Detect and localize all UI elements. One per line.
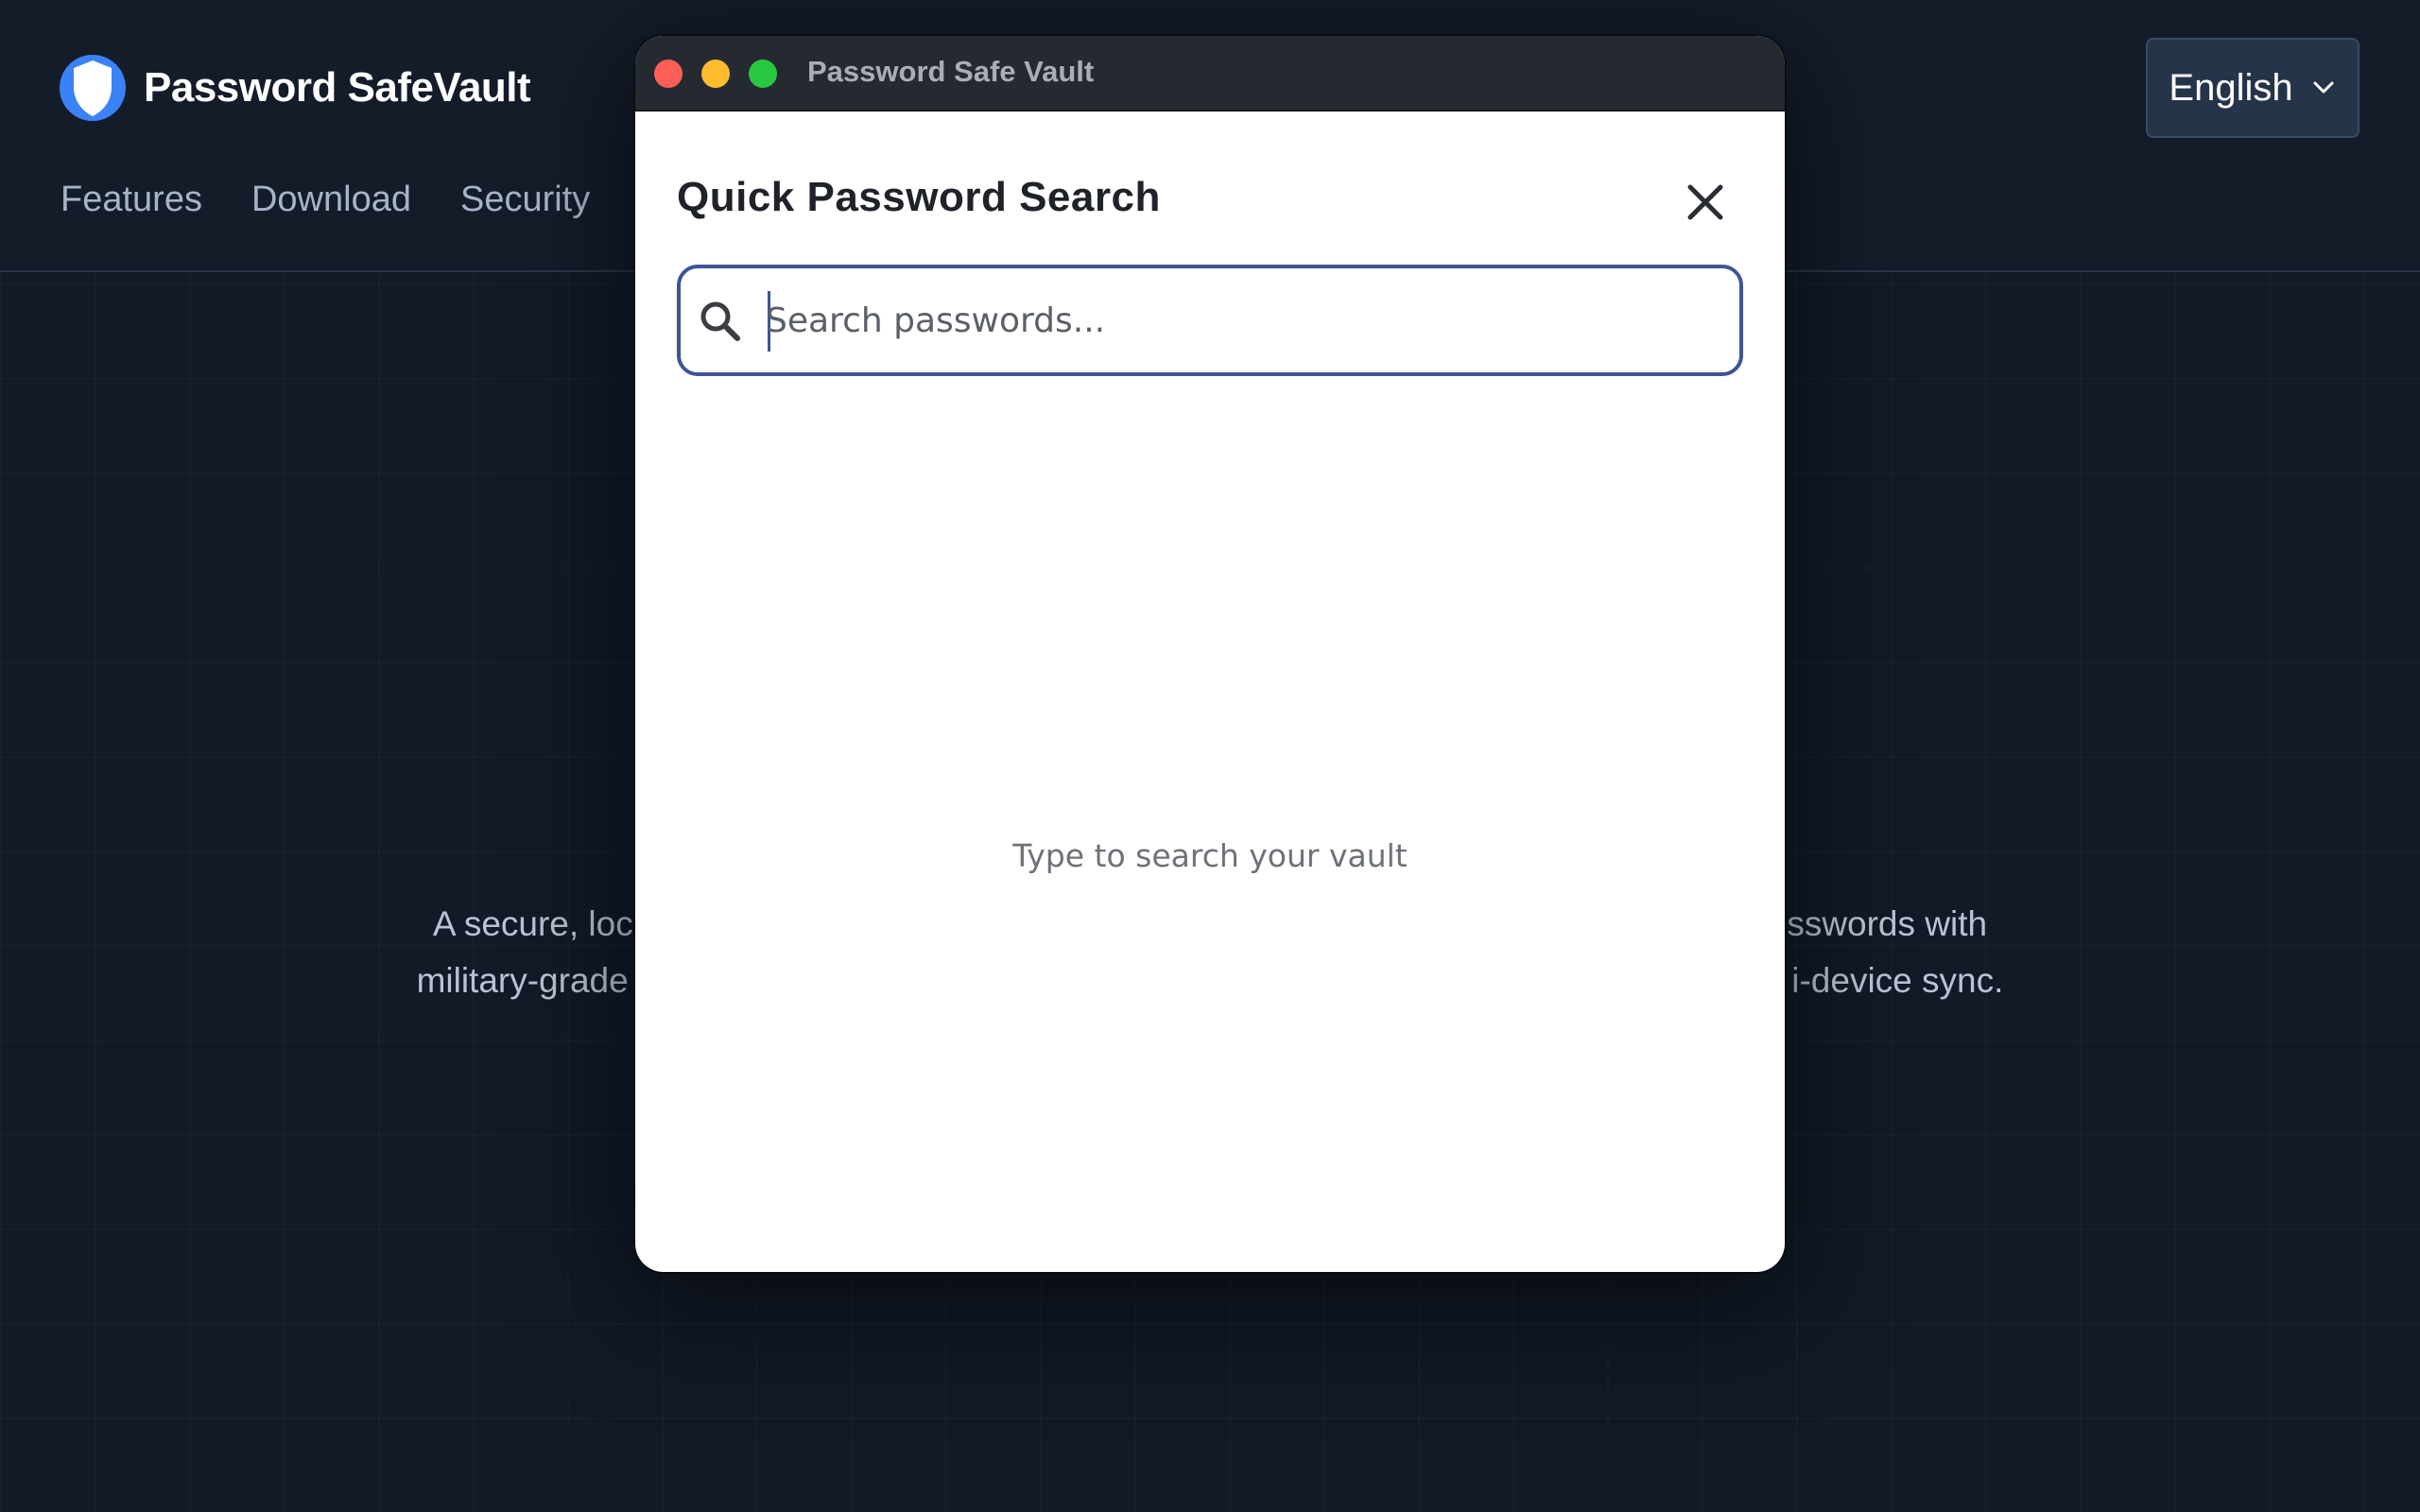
window-close-button[interactable]: [654, 60, 683, 88]
hero-line-1-right: sswords with: [1787, 904, 1988, 943]
search-input[interactable]: [766, 282, 1711, 359]
close-icon: [1687, 184, 1723, 220]
hero-line-1-left: A secure, loc: [432, 904, 633, 943]
brand-logo[interactable]: Password SafeVault: [59, 47, 531, 129]
nav-item-download[interactable]: Download: [251, 180, 411, 220]
nav-item-features[interactable]: Features: [60, 180, 202, 220]
shield-icon: [60, 55, 126, 121]
chevron-down-icon: [2313, 81, 2334, 94]
empty-state-message: Type to search your vault: [1012, 837, 1408, 874]
nav-item-security[interactable]: Security: [460, 180, 590, 220]
window-zoom-button[interactable]: [749, 60, 777, 88]
window-minimize-button[interactable]: [701, 60, 730, 88]
hero-line-2-left: military-grade: [416, 961, 629, 1000]
modal-title: Quick Password Search: [677, 174, 1161, 220]
window-titlebar[interactable]: Password Safe Vault: [635, 36, 1785, 112]
quick-search-window: Password Safe Vault Quick Password Searc…: [635, 36, 1785, 1272]
close-button[interactable]: [1675, 172, 1736, 232]
language-selector[interactable]: English: [2146, 38, 2360, 138]
brand-name: Password SafeVault: [144, 64, 531, 111]
search-icon: [700, 301, 740, 341]
main-nav: Features Download Security B: [60, 180, 664, 220]
window-title: Password Safe Vault: [807, 55, 1095, 88]
hero-line-2-right: i-device sync.: [1791, 961, 2004, 1000]
search-box[interactable]: [677, 265, 1743, 376]
language-label: English: [2169, 66, 2293, 109]
